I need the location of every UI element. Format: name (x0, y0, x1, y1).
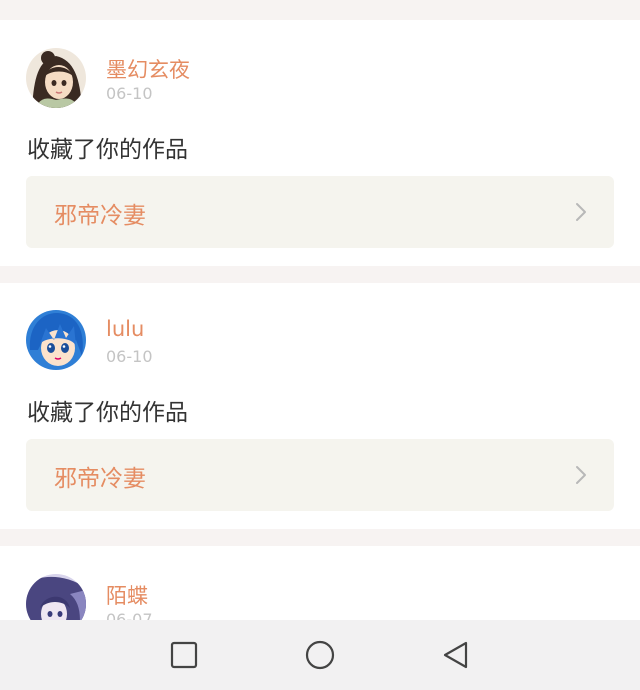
square-icon[interactable] (169, 640, 199, 670)
avatar-purple-anime-icon (26, 574, 86, 620)
work-link[interactable]: 邪帝冷妻 (26, 176, 614, 248)
user-avatar[interactable] (26, 310, 86, 370)
notification-card: 墨幻玄夜 06-10 收藏了你的作品 邪帝冷妻 (0, 20, 640, 266)
username[interactable]: 陌蝶 (106, 580, 148, 610)
avatar-blue-hair-icon (26, 310, 86, 370)
notification-card: 陌蝶 06-07 (0, 546, 640, 620)
username[interactable]: lulu (106, 317, 144, 341)
notification-feed: 墨幻玄夜 06-10 收藏了你的作品 邪帝冷妻 lulu 06-10 收藏了你的… (0, 0, 640, 620)
user-avatar[interactable] (26, 48, 86, 108)
chevron-right-icon (576, 466, 586, 484)
system-navigation-bar (0, 620, 640, 690)
circle-icon[interactable] (305, 640, 335, 670)
notification-card: lulu 06-10 收藏了你的作品 邪帝冷妻 (0, 283, 640, 529)
username[interactable]: 墨幻玄夜 (106, 54, 190, 84)
work-link[interactable]: 邪帝冷妻 (26, 439, 614, 511)
timestamp: 06-10 (106, 347, 153, 366)
screen: 墨幻玄夜 06-10 收藏了你的作品 邪帝冷妻 lulu 06-10 收藏了你的… (0, 0, 640, 690)
user-avatar[interactable] (26, 574, 86, 620)
timestamp: 06-07 (106, 610, 153, 620)
avatar-ancient-style-icon (26, 48, 86, 108)
work-title: 邪帝冷妻 (54, 203, 146, 229)
timestamp: 06-10 (106, 84, 153, 103)
chevron-right-icon (576, 203, 586, 221)
work-title: 邪帝冷妻 (54, 466, 146, 492)
triangle-back-icon[interactable] (441, 640, 471, 670)
action-text: 收藏了你的作品 (27, 400, 188, 426)
action-text: 收藏了你的作品 (27, 137, 188, 163)
